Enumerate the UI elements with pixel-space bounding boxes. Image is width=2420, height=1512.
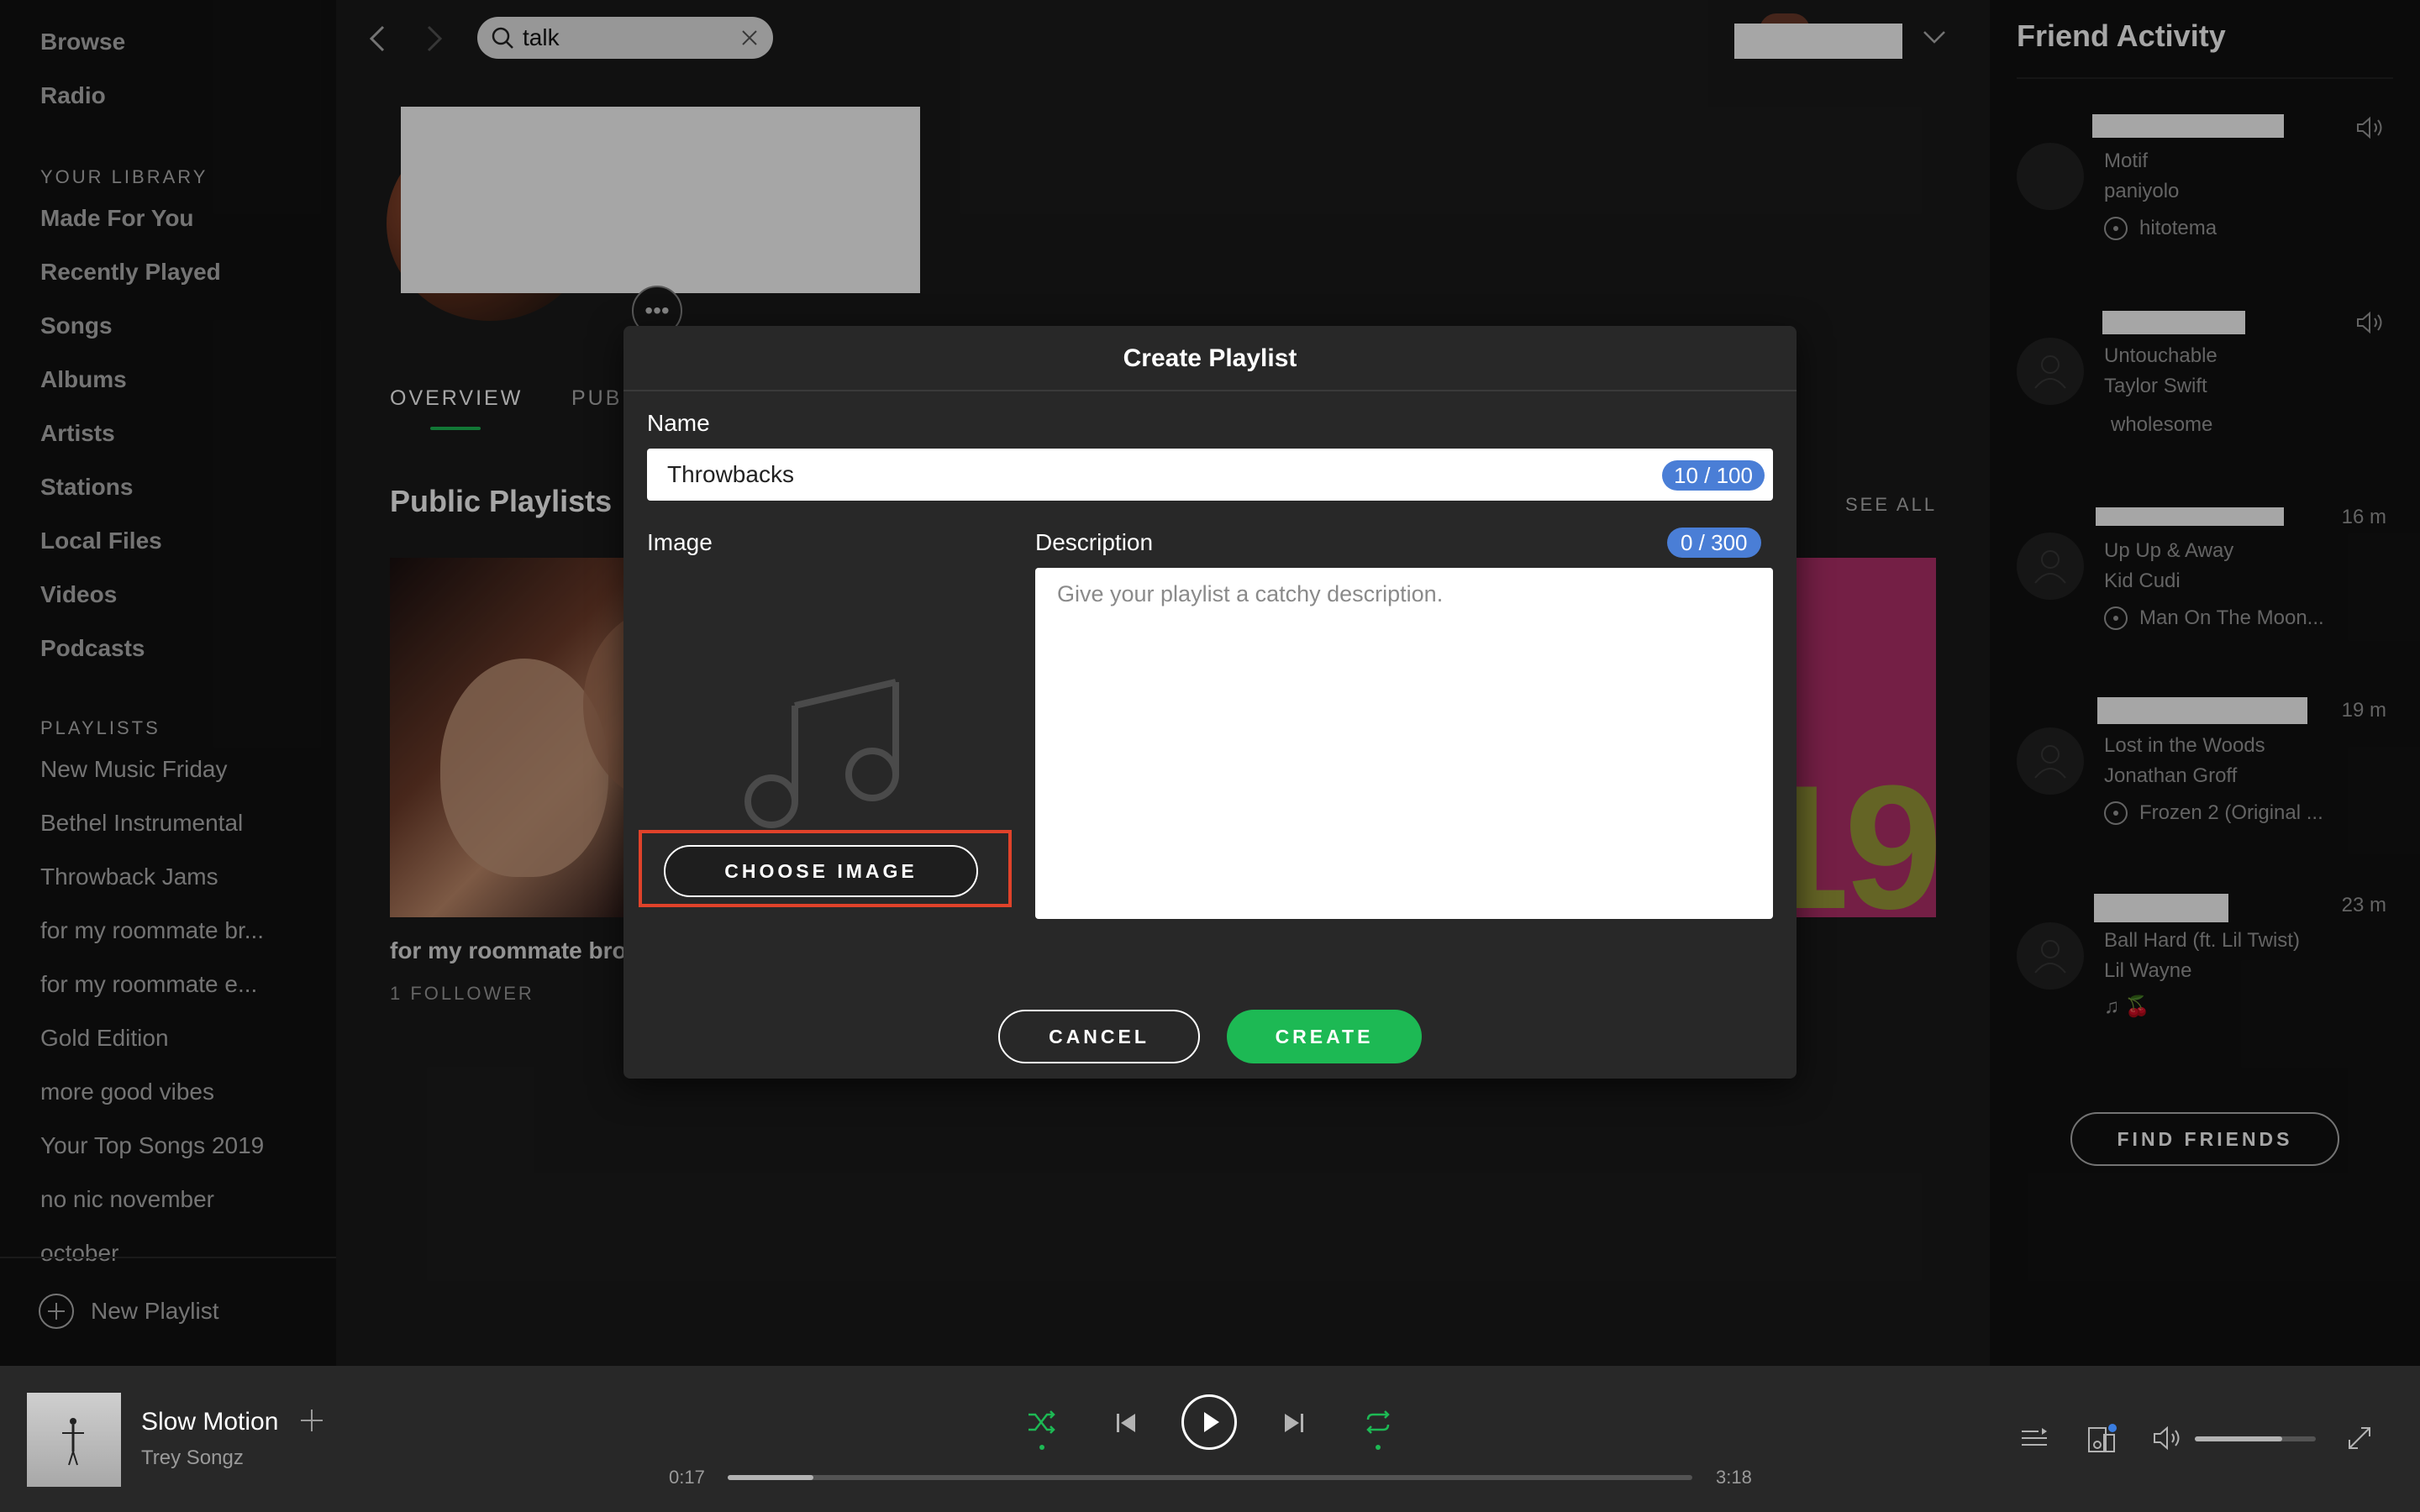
cover-figure (62, 1418, 84, 1466)
previous-icon[interactable] (1114, 1411, 1138, 1435)
volume-fill (2195, 1436, 2282, 1441)
shuffle-icon[interactable] (1027, 1410, 1057, 1435)
create-button[interactable]: CREATE (1227, 1010, 1422, 1063)
name-label: Name (647, 410, 710, 436)
progress-bar[interactable] (728, 1475, 1692, 1480)
volume-slider[interactable] (2195, 1436, 2316, 1441)
time-elapsed: 0:17 (669, 1467, 705, 1488)
progress-fill (728, 1475, 814, 1480)
description-char-count: 0 / 300 (1667, 528, 1761, 558)
create-playlist-dialog: Create Playlist Name 10 / 100 Image Desc… (623, 326, 1797, 1079)
description-textarea[interactable] (1035, 568, 1773, 919)
now-playing-artist[interactable]: Trey Songz (141, 1446, 244, 1470)
play-icon (1204, 1412, 1219, 1432)
fullscreen-icon[interactable] (2346, 1425, 2373, 1452)
repeat-icon[interactable] (1363, 1410, 1393, 1435)
description-label: Description (1035, 529, 1154, 555)
cancel-button[interactable]: CANCEL (998, 1010, 1200, 1063)
next-icon[interactable] (1282, 1411, 1306, 1435)
volume-icon[interactable] (2153, 1425, 2185, 1452)
now-playing-title[interactable]: Slow Motion (141, 1408, 278, 1436)
dialog-title: Create Playlist (1123, 344, 1297, 372)
queue-icon[interactable] (2020, 1426, 2049, 1452)
time-total: 3:18 (1716, 1467, 1752, 1488)
shuffle-active-dot (1039, 1445, 1044, 1450)
play-button[interactable] (1181, 1394, 1237, 1450)
image-label: Image (647, 529, 713, 555)
player-bar: Slow Motion Trey Songz 0:17 3:18 (0, 1366, 2420, 1512)
choose-image-button[interactable]: CHOOSE IMAGE (664, 845, 978, 897)
devices-icon[interactable] (2086, 1423, 2119, 1455)
divider (623, 390, 1797, 391)
now-playing-cover[interactable] (27, 1393, 121, 1487)
repeat-active-dot (1376, 1445, 1381, 1450)
add-icon[interactable] (299, 1408, 324, 1433)
playlist-name-input[interactable] (647, 449, 1773, 501)
music-note-icon (744, 679, 899, 828)
name-char-count: 10 / 100 (1662, 460, 1765, 491)
